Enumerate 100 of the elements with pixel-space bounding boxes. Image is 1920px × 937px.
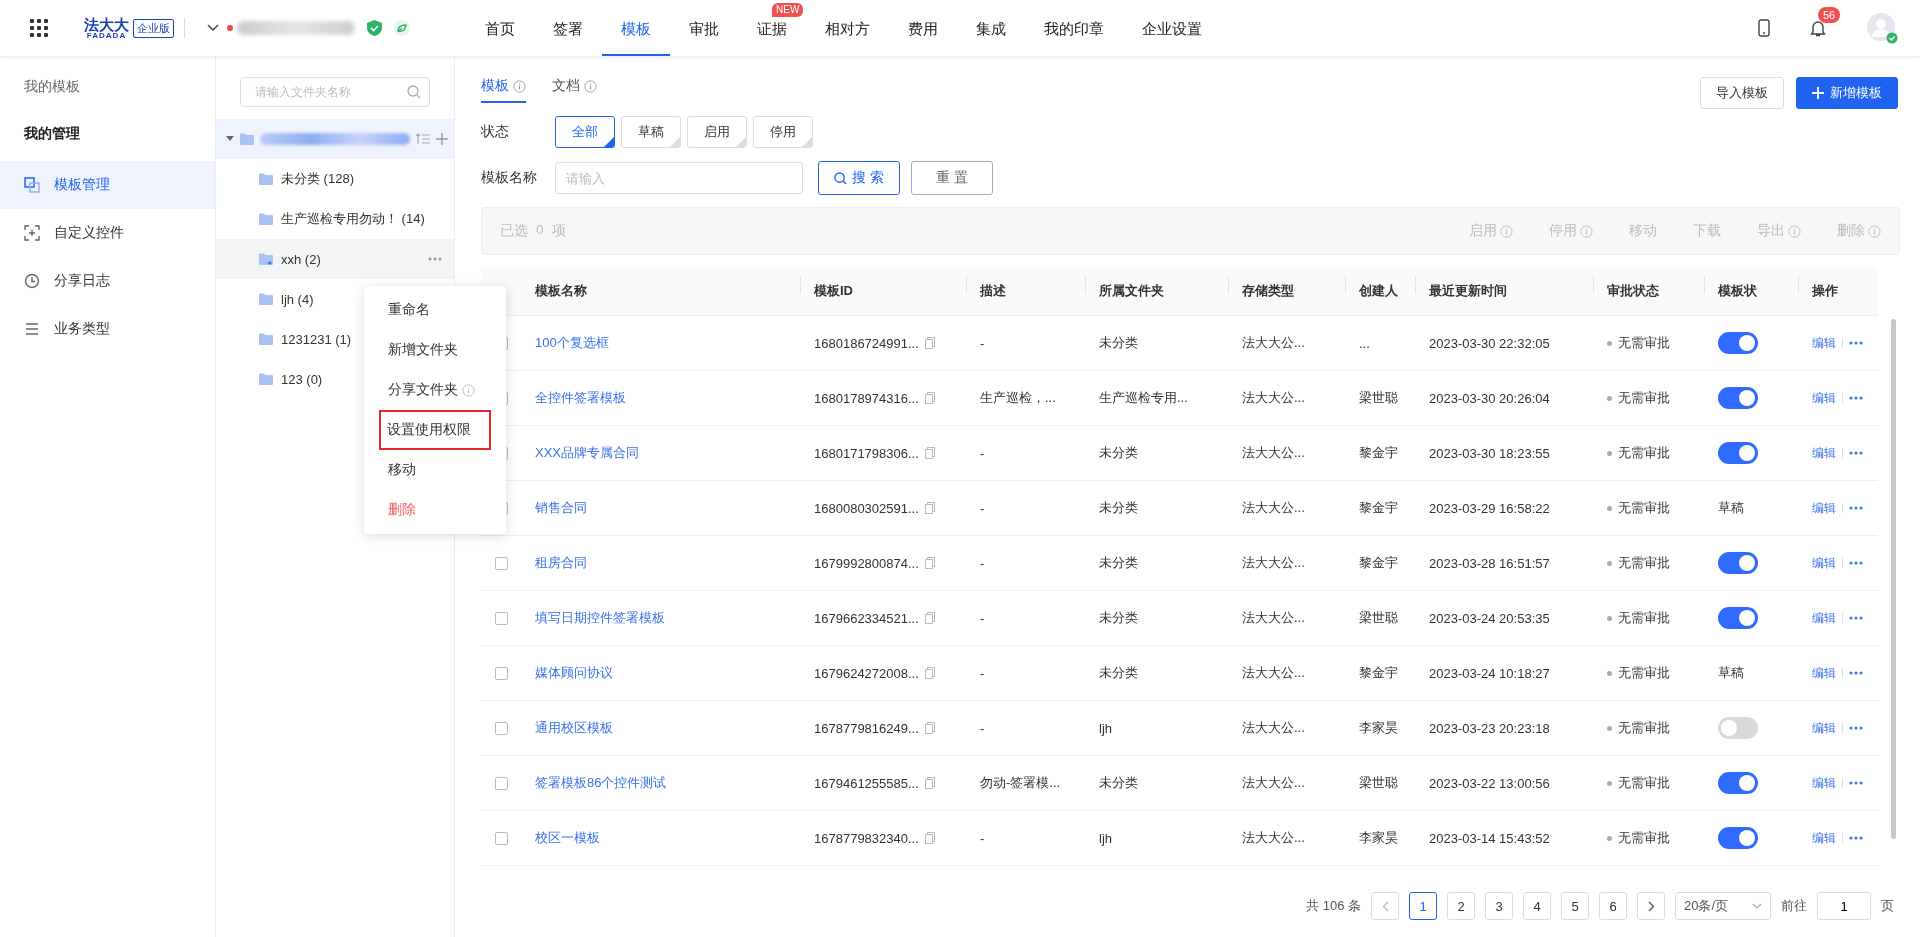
status-chip[interactable]: 全部 bbox=[555, 116, 615, 148]
copy-icon[interactable] bbox=[924, 667, 935, 679]
edit-link[interactable]: 编辑 bbox=[1812, 609, 1836, 627]
create-button[interactable]: 新增模板 bbox=[1796, 77, 1898, 109]
more-icon[interactable] bbox=[428, 257, 442, 261]
reset-button[interactable]: 重 置 bbox=[911, 161, 993, 195]
nav-tab[interactable]: 我的印章 bbox=[1025, 18, 1123, 56]
phone-icon[interactable] bbox=[1758, 19, 1770, 37]
avatar[interactable] bbox=[1866, 12, 1898, 44]
row-checkbox[interactable] bbox=[494, 721, 508, 735]
sidebar-item[interactable]: 自定义控件 bbox=[0, 209, 215, 257]
status-toggle[interactable] bbox=[1718, 332, 1758, 354]
copy-icon[interactable] bbox=[924, 392, 935, 404]
nav-tab[interactable]: 集成 bbox=[957, 18, 1025, 56]
search-button[interactable]: 搜 索 bbox=[818, 161, 900, 195]
bell-icon[interactable] bbox=[1810, 19, 1826, 37]
apps-menu-icon[interactable] bbox=[30, 19, 48, 37]
copy-icon[interactable] bbox=[924, 337, 935, 349]
status-chip[interactable]: 启用 bbox=[687, 116, 747, 148]
menu-item[interactable]: 重命名 bbox=[364, 290, 506, 330]
more-icon[interactable] bbox=[1849, 506, 1863, 510]
folder-item[interactable]: 生产巡检专用勿动！ (14) bbox=[216, 199, 454, 239]
row-checkbox[interactable] bbox=[494, 556, 508, 570]
page-button[interactable]: 2 bbox=[1447, 892, 1475, 920]
copy-icon[interactable] bbox=[924, 777, 935, 789]
sort-icon[interactable] bbox=[416, 133, 430, 145]
chevron-down-icon[interactable] bbox=[207, 24, 219, 32]
template-name-link[interactable]: XXX品牌专属合同 bbox=[535, 444, 639, 462]
more-icon[interactable] bbox=[1849, 836, 1863, 840]
menu-item[interactable]: 分享文件夹 bbox=[364, 370, 506, 410]
import-button[interactable]: 导入模板 bbox=[1700, 77, 1784, 109]
template-name-link[interactable]: 通用校区模板 bbox=[535, 719, 613, 737]
prev-page-button[interactable] bbox=[1371, 892, 1399, 920]
copy-icon[interactable] bbox=[924, 557, 935, 569]
edit-link[interactable]: 编辑 bbox=[1812, 554, 1836, 572]
status-toggle[interactable] bbox=[1718, 442, 1758, 464]
page-button[interactable]: 3 bbox=[1485, 892, 1513, 920]
copy-icon[interactable] bbox=[924, 612, 935, 624]
scrollbar[interactable] bbox=[1891, 319, 1896, 839]
edit-link[interactable]: 编辑 bbox=[1812, 389, 1836, 407]
more-icon[interactable] bbox=[1849, 396, 1863, 400]
template-name-link[interactable]: 全控件签署模板 bbox=[535, 389, 626, 407]
row-checkbox[interactable] bbox=[494, 776, 508, 790]
nav-tab[interactable]: 首页 bbox=[466, 18, 534, 56]
row-checkbox[interactable] bbox=[494, 666, 508, 680]
template-name-link[interactable]: 签署模板86个控件测试 bbox=[535, 774, 667, 792]
status-toggle[interactable] bbox=[1718, 607, 1758, 629]
more-icon[interactable] bbox=[1849, 616, 1863, 620]
page-button[interactable]: 1 bbox=[1409, 892, 1437, 920]
goto-page-field[interactable]: 1 bbox=[1817, 892, 1871, 920]
page-button[interactable]: 5 bbox=[1561, 892, 1589, 920]
menu-item[interactable]: 新增文件夹 bbox=[364, 330, 506, 370]
template-name-link[interactable]: 媒体顾问协议 bbox=[535, 664, 613, 682]
edit-link[interactable]: 编辑 bbox=[1812, 774, 1836, 792]
sidebar-item[interactable]: 分享日志 bbox=[0, 257, 215, 305]
edit-link[interactable]: 编辑 bbox=[1812, 499, 1836, 517]
nav-tab[interactable]: 模板 bbox=[602, 18, 670, 56]
nav-tab[interactable]: 审批 bbox=[670, 18, 738, 56]
template-name-link[interactable]: 租房合同 bbox=[535, 554, 587, 572]
status-toggle[interactable] bbox=[1718, 772, 1758, 794]
edit-link[interactable]: 编辑 bbox=[1812, 664, 1836, 682]
more-icon[interactable] bbox=[1849, 781, 1863, 785]
more-icon[interactable] bbox=[1849, 341, 1863, 345]
folder-item[interactable]: xxh (2) bbox=[216, 239, 454, 279]
template-name-link[interactable]: 销售合同 bbox=[535, 499, 587, 517]
edit-link[interactable]: 编辑 bbox=[1812, 444, 1836, 462]
more-icon[interactable] bbox=[1849, 561, 1863, 565]
nav-tab[interactable]: 企业设置 bbox=[1123, 18, 1221, 56]
name-input-field[interactable]: 请输入 bbox=[555, 162, 803, 194]
status-toggle[interactable] bbox=[1718, 827, 1758, 849]
row-checkbox[interactable] bbox=[494, 611, 508, 625]
nav-tab[interactable]: 费用 bbox=[889, 18, 957, 56]
nav-tab[interactable]: 证据 bbox=[738, 18, 806, 56]
copy-icon[interactable] bbox=[924, 502, 935, 514]
caret-icon[interactable] bbox=[226, 136, 234, 142]
row-checkbox[interactable] bbox=[494, 831, 508, 845]
copy-icon[interactable] bbox=[924, 832, 935, 844]
next-page-button[interactable] bbox=[1637, 892, 1665, 920]
menu-item[interactable]: 移动 bbox=[364, 450, 506, 490]
add-icon[interactable] bbox=[436, 133, 448, 145]
tab[interactable]: 模板 bbox=[481, 77, 526, 103]
copy-icon[interactable] bbox=[924, 722, 935, 734]
copy-icon[interactable] bbox=[924, 447, 935, 459]
nav-tab[interactable]: 相对方 bbox=[806, 18, 889, 56]
edit-link[interactable]: 编辑 bbox=[1812, 719, 1836, 737]
page-button[interactable]: 4 bbox=[1523, 892, 1551, 920]
edit-link[interactable]: 编辑 bbox=[1812, 829, 1836, 847]
status-chip[interactable]: 草稿 bbox=[621, 116, 681, 148]
more-icon[interactable] bbox=[1849, 671, 1863, 675]
page-button[interactable]: 6 bbox=[1599, 892, 1627, 920]
status-toggle[interactable] bbox=[1718, 717, 1758, 739]
edit-link[interactable]: 编辑 bbox=[1812, 334, 1836, 352]
folder-item[interactable]: 未分类 (128) bbox=[216, 159, 454, 199]
sidebar-item[interactable]: 业务类型 bbox=[0, 305, 215, 353]
more-icon[interactable] bbox=[1849, 726, 1863, 730]
nav-tab[interactable]: 签署 bbox=[534, 18, 602, 56]
template-name-link[interactable]: 填写日期控件签署模板 bbox=[535, 609, 665, 627]
status-chip[interactable]: 停用 bbox=[753, 116, 813, 148]
template-name-link[interactable]: 100个复选框 bbox=[535, 334, 609, 352]
sidebar-item[interactable]: 模板管理 bbox=[0, 161, 215, 209]
